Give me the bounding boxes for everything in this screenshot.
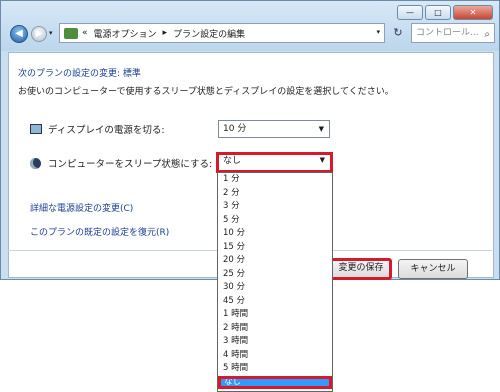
address-overflow[interactable]: « [82,28,88,38]
page-title: 次のプランの設定の変更: 標準 [18,69,141,79]
search-placeholder: コントロール... [416,28,479,38]
display-off-label: ディスプレイの電源を切る: [48,125,165,136]
search-icon[interactable]: ⌕ [484,26,490,42]
dropdown-option[interactable]: 45 分 [218,295,332,309]
sleep-row: コンピューターをスリープ状態にする: [30,156,212,170]
minimize-button[interactable]: — [397,5,423,20]
dropdown-option[interactable]: 30 分 [218,281,332,295]
breadcrumb-edit-plan[interactable]: プラン設定の編集 [173,27,245,40]
dropdown-option[interactable]: 5 時間 [218,362,332,376]
breadcrumb-separator[interactable]: ▸ [163,28,168,38]
chevron-down-icon: ▼ [318,125,324,133]
forward-arrow-icon[interactable]: ▶ [31,26,47,42]
sleep-label: コンピューターをスリープ状態にする: [48,159,213,170]
dropdown-option[interactable]: 20 分 [218,254,332,268]
address-dropdown-icon[interactable]: ▾ [376,28,380,36]
dropdown-option[interactable]: 25 分 [218,268,332,282]
close-button[interactable]: ✕ [453,5,493,20]
cancel-button[interactable]: キャンセル [398,259,468,279]
dropdown-option[interactable]: 1 分 [218,173,332,187]
monitor-icon [30,124,42,134]
caption-buttons: — □ ✕ [395,5,493,20]
display-off-row: ディスプレイの電源を切る: [30,122,165,136]
advanced-settings-link[interactable]: 詳細な電源設定の変更(C) [30,201,133,214]
dropdown-option[interactable]: 2 時間 [218,322,332,336]
dropdown-option[interactable]: 5 分 [218,214,332,228]
sleep-value: なし [223,156,242,166]
dropdown-option[interactable]: 4 時間 [218,349,332,363]
chevron-down-icon: ▼ [319,156,325,164]
dropdown-option-selected[interactable]: なし [218,375,332,389]
dropdown-option[interactable]: 1 時間 [218,308,332,322]
breadcrumb-power-options[interactable]: 電源オプション [94,27,157,40]
dropdown-option[interactable]: 3 分 [218,200,332,214]
display-off-value: 10 分 [223,124,247,134]
dropdown-option[interactable]: 2 分 [218,187,332,201]
moon-icon [30,157,41,169]
address-bar[interactable]: « 電源オプション ▸ プラン設定の編集 ▾ [59,23,385,43]
window-frame: — □ ✕ ◀ ▶ ▾ « 電源オプション ▸ プラン設定の編集 ▾ ↻ コント… [1,1,499,51]
search-input[interactable]: コントロール... ⌕ [411,23,495,43]
maximize-button[interactable]: □ [425,5,451,20]
control-panel-icon [64,27,78,39]
back-arrow-icon[interactable]: ◀ [10,25,28,43]
page-subtitle: お使いのコンピューターで使用するスリープ状態とディスプレイの設定を選択してくださ… [18,87,394,97]
refresh-icon[interactable]: ↻ [387,24,409,42]
sleep-select[interactable]: なし ▼ [216,152,333,173]
history-dropdown-icon[interactable]: ▾ [49,29,53,37]
save-changes-button[interactable]: 変更の保存 [330,258,392,280]
display-off-select[interactable]: 10 分 ▼ [218,120,330,138]
sleep-dropdown-list[interactable]: 1 分 2 分 3 分 5 分 10 分 15 分 20 分 25 分 30 分… [217,172,333,392]
restore-defaults-link[interactable]: このプランの既定の設定を復元(R) [30,225,169,238]
dropdown-option[interactable]: 15 分 [218,241,332,255]
dropdown-option[interactable]: 3 時間 [218,335,332,349]
dropdown-option[interactable]: 10 分 [218,227,332,241]
